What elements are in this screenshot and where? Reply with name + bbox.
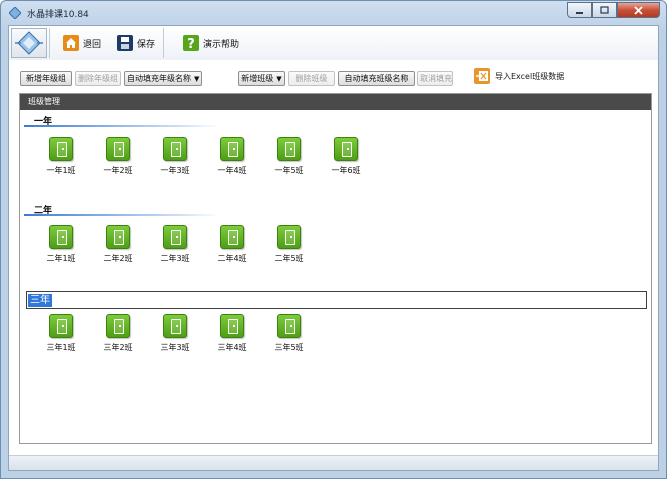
grade-name-input[interactable]: 三年 (26, 291, 647, 309)
help-label: 演示帮助 (203, 39, 240, 50)
back-button[interactable]: 退回 (63, 34, 101, 52)
client-area: 退回 保存 ? 演示帮助 新增年级组 删除年级组 自动填充年级名称 ▼ 新增班级… (8, 25, 659, 471)
class-item[interactable]: 一年4班 (212, 137, 252, 176)
door-icon (106, 314, 130, 338)
class-item[interactable]: 二年4班 (212, 225, 252, 264)
class-label: 一年2班 (103, 166, 133, 175)
class-item[interactable]: 二年1班 (41, 225, 81, 264)
home-icon (63, 35, 79, 51)
class-label: 三年1班 (46, 343, 76, 352)
grade-divider (24, 214, 220, 216)
class-item[interactable]: 一年2班 (98, 137, 138, 176)
delete-class-button[interactable]: 删除班级 (288, 71, 335, 86)
add-grade-button[interactable]: 新增年级组 (20, 71, 72, 86)
back-label: 退回 (83, 39, 102, 50)
maximize-button[interactable] (592, 2, 617, 18)
door-icon (49, 137, 73, 161)
class-label: 一年5班 (274, 166, 304, 175)
class-item[interactable]: 三年1班 (41, 314, 81, 353)
minimize-icon (576, 11, 583, 14)
title-bar[interactable]: 水晶排课10.84 (1, 1, 666, 25)
class-label: 二年2班 (103, 254, 133, 263)
class-item[interactable]: 二年3班 (155, 225, 195, 264)
delete-grade-button[interactable]: 删除年级组 (75, 71, 121, 86)
minimize-button[interactable] (567, 2, 592, 18)
autofill-grade-dropdown[interactable]: 自动填充年级名称 ▼ (124, 71, 202, 86)
class-label: 二年3班 (160, 254, 190, 263)
door-icon (220, 137, 244, 161)
import-excel-label: 导入Excel班级数据 (495, 71, 565, 81)
grade-name-selected-text: 三年 (28, 294, 52, 307)
chevron-down-icon: ▼ (276, 75, 282, 83)
door-icon (334, 137, 358, 161)
class-item[interactable]: 二年5班 (269, 225, 309, 264)
close-button[interactable] (617, 2, 660, 18)
autofill-class-button[interactable]: 自动填充班级名称 (338, 71, 415, 86)
cancel-fill-button[interactable]: 取消填充 (417, 71, 453, 86)
door-icon (106, 137, 130, 161)
toolbar-separator (49, 28, 50, 58)
app-logo[interactable] (11, 28, 47, 58)
door-icon (277, 314, 301, 338)
class-label: 三年2班 (103, 343, 133, 352)
class-label: 三年3班 (160, 343, 190, 352)
save-button[interactable]: 保存 (117, 34, 155, 52)
status-bar (9, 455, 658, 470)
toolbar: 退回 保存 ? 演示帮助 (9, 26, 658, 61)
class-label: 一年3班 (160, 166, 190, 175)
autofill-grade-label: 自动填充年级名称 (127, 74, 191, 83)
class-item[interactable]: 三年4班 (212, 314, 252, 353)
door-icon (220, 225, 244, 249)
class-label: 二年4班 (217, 254, 247, 263)
panel-header: 班级管理 (20, 94, 651, 110)
floppy-icon (117, 35, 133, 51)
class-label: 一年1班 (46, 166, 76, 175)
chevron-down-icon: ▼ (194, 75, 200, 83)
door-icon (49, 314, 73, 338)
save-label: 保存 (137, 39, 156, 50)
toolbar-separator (163, 28, 164, 58)
door-icon (163, 137, 187, 161)
excel-import-icon (474, 68, 490, 84)
door-icon (277, 137, 301, 161)
class-label: 一年4班 (217, 166, 247, 175)
control-row: 新增年级组 删除年级组 自动填充年级名称 ▼ 新增班级 ▼ 删除班级 自动填充班级名… (9, 60, 658, 90)
question-icon: ? (183, 35, 199, 52)
crystal-logo-icon (15, 31, 43, 55)
caption-buttons (567, 2, 660, 18)
app-window: 水晶排课10.84 退回 保存 ? 演示帮助 新增年级组 删除年级组 自动填充年… (0, 0, 667, 479)
add-class-label: 新增班级 (241, 74, 274, 83)
window-title: 水晶排课10.84 (27, 10, 89, 20)
class-item[interactable]: 三年3班 (155, 314, 195, 353)
class-label: 二年5班 (274, 254, 304, 263)
class-item[interactable]: 三年2班 (98, 314, 138, 353)
add-class-dropdown[interactable]: 新增班级 ▼ (238, 71, 285, 86)
door-icon (277, 225, 301, 249)
app-logo-icon (9, 7, 21, 19)
class-item[interactable]: 二年2班 (98, 225, 138, 264)
door-icon (49, 225, 73, 249)
class-item[interactable]: 一年1班 (41, 137, 81, 176)
help-button[interactable]: ? 演示帮助 (183, 34, 239, 52)
class-item[interactable]: 一年5班 (269, 137, 309, 176)
class-label: 二年1班 (46, 254, 76, 263)
door-icon (163, 314, 187, 338)
class-label: 三年5班 (274, 343, 304, 352)
class-management-panel: 班级管理 一年 一年1班 一年2班 一年3班 一年4班 一年5班 一年6班 二年… (19, 93, 652, 444)
door-icon (106, 225, 130, 249)
door-icon (220, 314, 244, 338)
class-item[interactable]: 三年5班 (269, 314, 309, 353)
class-label: 一年6班 (331, 166, 361, 175)
close-icon (634, 5, 643, 15)
door-icon (163, 225, 187, 249)
class-label: 三年4班 (217, 343, 247, 352)
svg-text:?: ? (187, 37, 195, 51)
class-item[interactable]: 一年6班 (326, 137, 366, 176)
import-excel-button[interactable]: 导入Excel班级数据 (474, 68, 564, 84)
class-item[interactable]: 一年3班 (155, 137, 195, 176)
maximize-icon (600, 5, 609, 14)
grade-divider (24, 125, 220, 127)
